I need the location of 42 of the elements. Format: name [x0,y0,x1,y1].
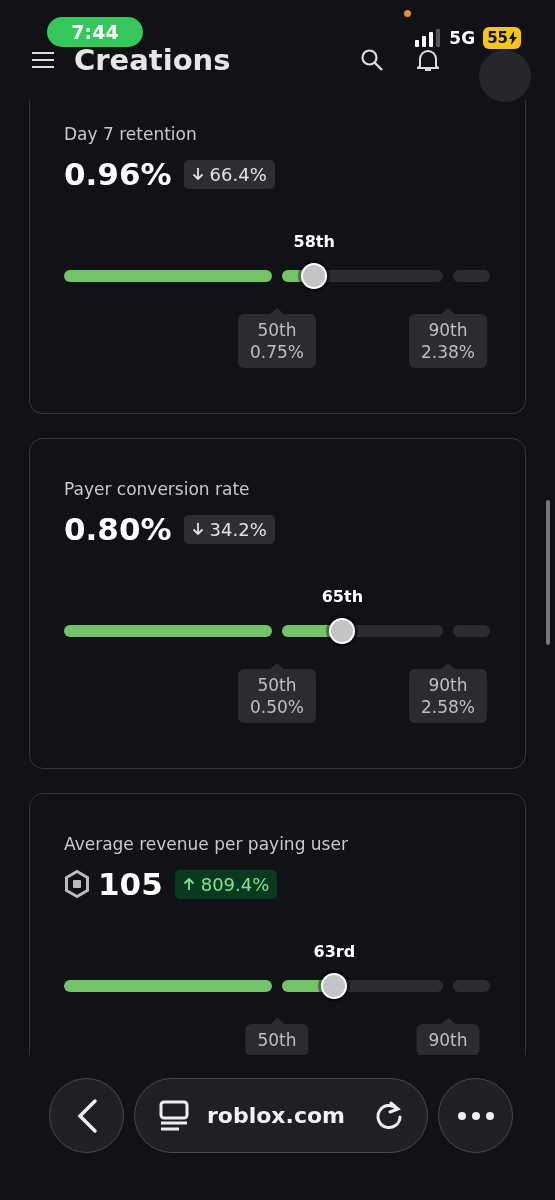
metric-title: Payer conversion rate [64,478,251,501]
tooltip-value: 0.50% [250,696,304,718]
percentile-label: 63rd [313,941,356,963]
tooltip-value: 2.38% [421,341,475,363]
track-segment [453,625,490,637]
battery-level: 55 [483,27,521,49]
percentile-label: 58th [293,231,335,253]
tooltip-label: 90th [428,674,468,696]
track-segment [453,270,490,282]
reload-icon[interactable] [375,1100,403,1131]
metric-title: Average revenue per paying user [64,833,349,856]
url-text: roblox.com [207,1103,346,1128]
tooltip-label: 90th [428,319,468,341]
reader-icon[interactable] [159,1099,189,1132]
arrow-down-icon [191,167,204,181]
tooltip-label: 50th [257,674,297,696]
arrow-down-icon [191,522,204,536]
signal-icon [415,29,442,47]
network-label: 5G [449,28,476,48]
privacy-dot [404,10,411,17]
change-badge: 809.4% [174,869,278,899]
tooltip-label: 50th [257,319,297,341]
change-badge: 34.2% [183,514,275,544]
track-segment [453,980,490,992]
tooltip-value: 0.75% [250,341,304,363]
arrow-up-icon [182,877,195,891]
percentile-label: 65th [321,586,364,608]
change-badge: 66.4% [183,159,275,189]
tooltip-label: 50th [257,1029,297,1051]
status-time: 7:44 [47,17,143,47]
metric-value: 105 [98,866,163,902]
bell-icon[interactable] [417,48,439,72]
tooltip-value: 2.58% [421,696,475,718]
metric-value: 0.80% [64,511,172,547]
menu-icon[interactable] [32,52,54,68]
more-icon [456,1110,495,1121]
chevron-left-icon [75,1097,98,1134]
address-bar[interactable]: roblox.com [134,1078,428,1153]
metric-title: Day 7 retention [64,123,198,146]
search-icon[interactable] [361,49,383,71]
metric-value: 0.96% [64,156,172,192]
tooltip-label: 90th [428,1029,468,1051]
